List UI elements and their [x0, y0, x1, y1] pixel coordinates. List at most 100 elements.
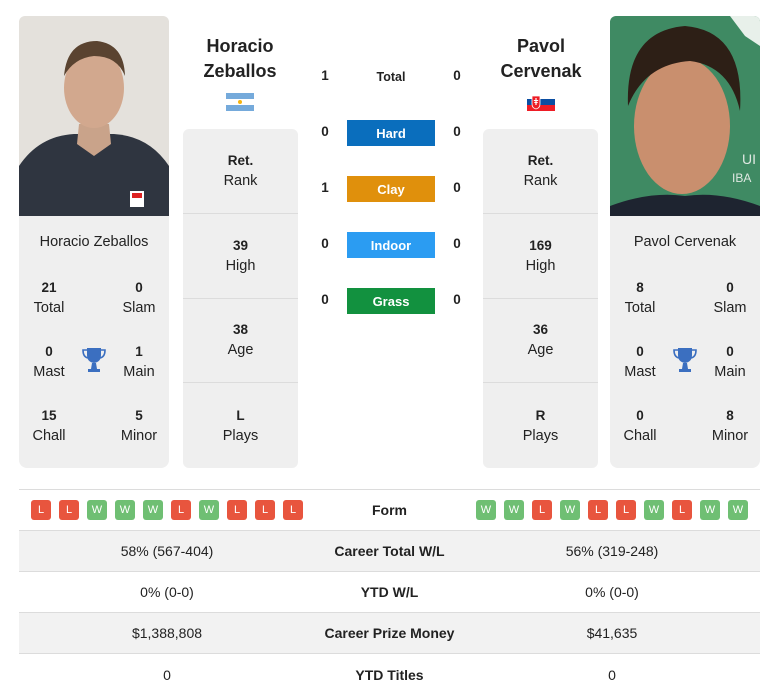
svg-text:IBA: IBA [732, 171, 751, 185]
form-badge-win[interactable]: W [87, 500, 107, 520]
age-cell: 36 Age [483, 299, 598, 384]
surface-label-indoor[interactable]: Indoor [347, 232, 435, 258]
player-first-name: Pavol [516, 36, 566, 56]
titles-slam: 0 Slam [122, 280, 156, 316]
argentina-flag-icon [226, 93, 254, 111]
form-badge-loss[interactable]: L [255, 500, 275, 520]
player-header-right[interactable]: Pavol Cervenak [471, 34, 611, 84]
h2h-right-wins: 0 [453, 124, 461, 139]
titles-mast: 0 Mast [33, 344, 65, 380]
form-badge-win[interactable]: W [504, 500, 524, 520]
ytd-wl-right: 0% (0-0) [585, 584, 639, 600]
ytd-wl-label: YTD W/L [360, 584, 419, 600]
prize-money-left: $1,388,808 [131, 625, 203, 641]
ytd-titles-row: 0 YTD Titles 0 [19, 654, 760, 695]
form-left: LLWWWLWLLL [19, 500, 315, 520]
player-card-left: Horacio Zeballos 21 Total 0 Slam 0 Mast 1 Ma… [19, 216, 169, 468]
career-wl-row: 58% (567-404) Career Total W/L 56% (319-… [19, 531, 760, 572]
surface-label-total: Total [376, 70, 406, 84]
h2h-left-wins: 1 [321, 68, 329, 83]
h2h-row-grass: 0 Grass 0 [310, 288, 470, 314]
age-cell: 38 Age [183, 299, 298, 384]
plays-cell: R Plays [522, 407, 559, 444]
form-badge-loss[interactable]: L [31, 500, 51, 520]
comparison-table: LLWWWLWLLL Form WWLWLLWLWW 58% (567-404)… [19, 489, 760, 695]
player-photo-left [19, 16, 169, 216]
h2h-right-wins: 0 [453, 180, 461, 195]
ytd-titles-left: 0 [163, 666, 171, 683]
ytd-wl-row: 0% (0-0) YTD W/L 0% (0-0) [19, 572, 760, 613]
titles-chall: 0 Chall [623, 408, 657, 444]
form-badge-win[interactable]: W [728, 500, 748, 520]
prize-money-label: Career Prize Money [324, 625, 455, 641]
career-wl-right: 56% (319-248) [565, 543, 659, 559]
form-badge-loss[interactable]: L [588, 500, 608, 520]
trophy-icon [82, 348, 106, 372]
titles-mast: 0 Mast [624, 344, 656, 380]
h2h-right-wins: 0 [453, 68, 461, 83]
prize-money-row: $1,388,808 Career Prize Money $41,635 [19, 613, 760, 654]
form-badge-win[interactable]: W [115, 500, 135, 520]
player-card-right: Pavol Cervenak 8 Total 0 Slam 0 Mast 0 Main … [610, 216, 760, 468]
career-wl-label: Career Total W/L [334, 543, 445, 559]
player-last-name: Zeballos [203, 61, 277, 81]
h2h-right-wins: 0 [453, 236, 461, 251]
form-badge-loss[interactable]: L [59, 500, 79, 520]
slovakia-flag-icon [527, 93, 555, 111]
surface-label-grass[interactable]: Grass [347, 288, 435, 314]
rank-column-right: Ret. Rank 169 High 36 Age R Plays [483, 129, 598, 468]
high-cell: 39 High [183, 214, 298, 299]
form-label: Form [372, 502, 407, 518]
h2h-row-indoor: 0 Indoor 0 [310, 232, 470, 258]
titles-chall: 15 Chall [32, 408, 66, 444]
titles-main: 1 Main [123, 344, 155, 380]
ytd-titles-right: 0 [608, 666, 616, 683]
form-badge-win[interactable]: W [143, 500, 163, 520]
h2h-left-wins: 0 [321, 124, 329, 139]
h2h-left-wins: 0 [321, 236, 329, 251]
player-photo-right: UI IBA [610, 16, 760, 216]
form-badge-loss[interactable]: L [283, 500, 303, 520]
rank-cell: Ret. Rank [483, 129, 598, 214]
h2h-row-hard: 0 Hard 0 [310, 120, 470, 146]
rank-cell: Ret. Rank [183, 129, 298, 214]
rank-column-left: Ret. Rank 39 High 38 Age L Plays [183, 129, 298, 468]
surface-label-clay[interactable]: Clay [347, 176, 435, 202]
career-wl-left: 58% (567-404) [120, 543, 214, 559]
form-badge-win[interactable]: W [644, 500, 664, 520]
plays-cell: L Plays [222, 407, 259, 444]
ytd-titles-label: YTD Titles [355, 666, 424, 683]
high-cell: 169 High [483, 214, 598, 299]
form-badge-loss[interactable]: L [227, 500, 247, 520]
h2h-row-total: 1 Total 0 [310, 64, 470, 90]
h2h-left-wins: 0 [321, 292, 329, 307]
titles-minor: 8 Minor [711, 408, 749, 444]
form-badge-loss[interactable]: L [171, 500, 191, 520]
form-badge-loss[interactable]: L [532, 500, 552, 520]
titles-total: 8 Total [624, 280, 656, 316]
player-header-left[interactable]: Horacio Zeballos [170, 34, 310, 84]
titles-minor: 5 Minor [120, 408, 158, 444]
player-last-name: Cervenak [500, 61, 582, 81]
prize-money-right: $41,635 [586, 625, 638, 641]
h2h-right-wins: 0 [453, 292, 461, 307]
form-badge-win[interactable]: W [199, 500, 219, 520]
player-name: Horacio Zeballos [39, 234, 149, 250]
form-badge-win[interactable]: W [560, 500, 580, 520]
player-first-name: Horacio [206, 36, 274, 56]
form-badge-win[interactable]: W [700, 500, 720, 520]
form-right: WWLWLLWLWW [464, 500, 760, 520]
titles-slam: 0 Slam [713, 280, 747, 316]
form-badge-loss[interactable]: L [616, 500, 636, 520]
surface-label-hard[interactable]: Hard [347, 120, 435, 146]
h2h-left-wins: 1 [321, 180, 329, 195]
ytd-wl-left: 0% (0-0) [140, 584, 194, 600]
form-badge-win[interactable]: W [476, 500, 496, 520]
player-name: Pavol Cervenak [633, 234, 737, 250]
player-photo-right-image: UI IBA [610, 16, 760, 216]
player-photo-left-image [19, 16, 169, 216]
titles-total: 21 Total [33, 280, 65, 316]
trophy-icon [673, 348, 697, 372]
titles-main: 0 Main [714, 344, 746, 380]
form-badge-loss[interactable]: L [672, 500, 692, 520]
